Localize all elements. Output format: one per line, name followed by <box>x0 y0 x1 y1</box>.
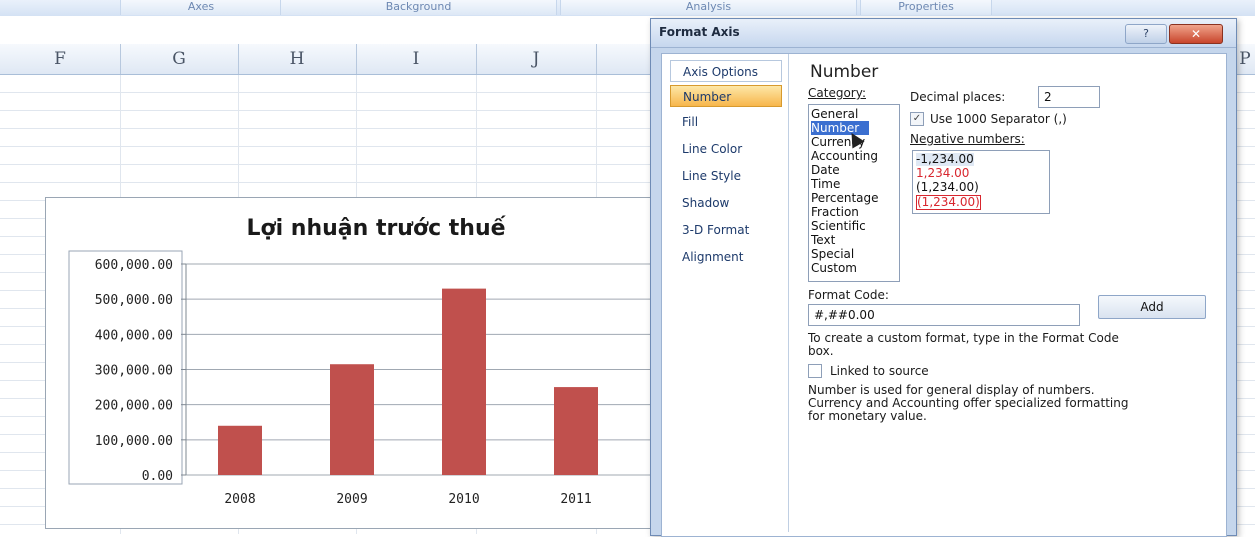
nav-axis-options[interactable]: Axis Options <box>670 60 782 82</box>
ribbon-tab-strip: Axes Background Analysis Properties <box>0 0 1255 17</box>
custom-format-hint-line: box. <box>808 344 834 358</box>
y-tick-label: 100,000.00 <box>95 434 173 449</box>
category-option[interactable]: Custom <box>811 261 857 275</box>
nav-number[interactable]: Number <box>670 85 782 107</box>
negative-option[interactable]: -1,234.00 <box>916 153 974 166</box>
column-header-f[interactable]: F <box>0 44 121 74</box>
nav-line-color[interactable]: Line Color <box>670 138 782 160</box>
negative-option[interactable]: (1,234.00) <box>916 181 979 194</box>
format-axis-dialog: Format Axis ? ✕ Axis Options Number Fill… <box>650 18 1237 537</box>
format-code-label: Format Code: <box>808 288 889 302</box>
column-header-j[interactable]: J <box>476 44 597 74</box>
y-tick-label: 600,000.00 <box>95 258 173 273</box>
chart-area[interactable]: Lợi nhuận trước thuế 600,000.00 500,000.0… <box>45 197 652 529</box>
category-option[interactable]: General <box>811 107 858 121</box>
category-option[interactable]: Accounting <box>811 149 878 163</box>
help-button[interactable]: ? <box>1125 24 1167 44</box>
bar <box>554 387 598 475</box>
dialog-title-bar[interactable]: Format Axis ? ✕ <box>651 19 1236 48</box>
separator-checkbox[interactable]: ✓ <box>910 112 924 126</box>
y-tick-label: 300,000.00 <box>95 364 173 379</box>
negative-numbers-listbox[interactable]: -1,234.00 1,234.00 (1,234.00) (1,234.00) <box>912 150 1050 214</box>
category-option[interactable]: Date <box>811 163 840 177</box>
decimal-places-label: Decimal places: <box>910 90 1006 104</box>
negative-option[interactable]: (1,234.00) <box>916 195 981 210</box>
ribbon-tab-properties[interactable]: Properties <box>860 0 992 15</box>
nav-alignment[interactable]: Alignment <box>670 246 782 268</box>
y-tick-label: 0.00 <box>142 469 173 484</box>
negative-numbers-label: Negative numbers: <box>910 132 1025 146</box>
add-button[interactable]: Add <box>1098 295 1206 319</box>
column-header-p[interactable]: P <box>1235 44 1255 74</box>
format-code-input[interactable]: #,##0.00 <box>808 304 1080 326</box>
linked-to-source-label: Linked to source <box>830 364 929 378</box>
nav-line-style[interactable]: Line Style <box>670 165 782 187</box>
nav-3d-format[interactable]: 3-D Format <box>670 219 782 241</box>
category-option[interactable]: Time <box>811 177 840 191</box>
number-description: Number is used for general display of nu… <box>808 384 1218 423</box>
dialog-body: Axis Options Number Fill Line Color Line… <box>661 53 1227 537</box>
bar-chart[interactable]: 600,000.00 500,000.00 400,000.00 300,000.00… <box>46 198 651 528</box>
category-option[interactable]: Percentage <box>811 191 879 205</box>
ribbon-tab-axes[interactable]: Axes <box>120 0 282 15</box>
column-header-h[interactable]: H <box>238 44 357 74</box>
column-header-i[interactable]: I <box>356 44 477 74</box>
custom-format-hint: To create a custom format, type in the F… <box>808 332 1208 358</box>
negative-option[interactable]: 1,234.00 <box>916 167 969 180</box>
bar <box>218 425 262 475</box>
category-option-selected[interactable]: Number <box>811 121 870 135</box>
decimal-places-input[interactable]: 2 <box>1038 86 1100 108</box>
description-line: for monetary value. <box>808 409 927 423</box>
x-tick-label: 2008 <box>224 492 255 507</box>
category-option[interactable]: Special <box>811 247 854 261</box>
close-button[interactable]: ✕ <box>1169 24 1223 44</box>
y-tick-label: 200,000.00 <box>95 399 173 414</box>
section-title: Number <box>810 62 879 82</box>
category-option[interactable]: Scientific <box>811 219 866 233</box>
x-tick-label: 2011 <box>560 492 591 507</box>
nav-shadow[interactable]: Shadow <box>670 192 782 214</box>
bar <box>330 364 374 475</box>
column-header-g[interactable]: G <box>120 44 239 74</box>
ribbon-tab-analysis[interactable]: Analysis <box>560 0 857 15</box>
category-label: Category: <box>808 86 866 100</box>
nav-fill[interactable]: Fill <box>670 111 782 133</box>
separator-label: Use 1000 Separator (,) <box>930 112 1067 126</box>
custom-format-hint-line: To create a custom format, type in the F… <box>808 331 1119 345</box>
category-nav-pane: Axis Options Number Fill Line Color Line… <box>670 54 789 532</box>
y-tick-label: 500,000.00 <box>95 293 173 308</box>
category-option[interactable]: Fraction <box>811 205 859 219</box>
x-tick-label: 2009 <box>336 492 367 507</box>
category-option[interactable]: Text <box>811 233 835 247</box>
bar <box>442 288 486 475</box>
linked-to-source-checkbox[interactable] <box>808 364 822 378</box>
y-tick-label: 400,000.00 <box>95 328 173 343</box>
dialog-title: Format Axis <box>659 25 740 39</box>
ribbon-tab-background[interactable]: Background <box>280 0 557 15</box>
x-tick-label: 2010 <box>448 492 479 507</box>
